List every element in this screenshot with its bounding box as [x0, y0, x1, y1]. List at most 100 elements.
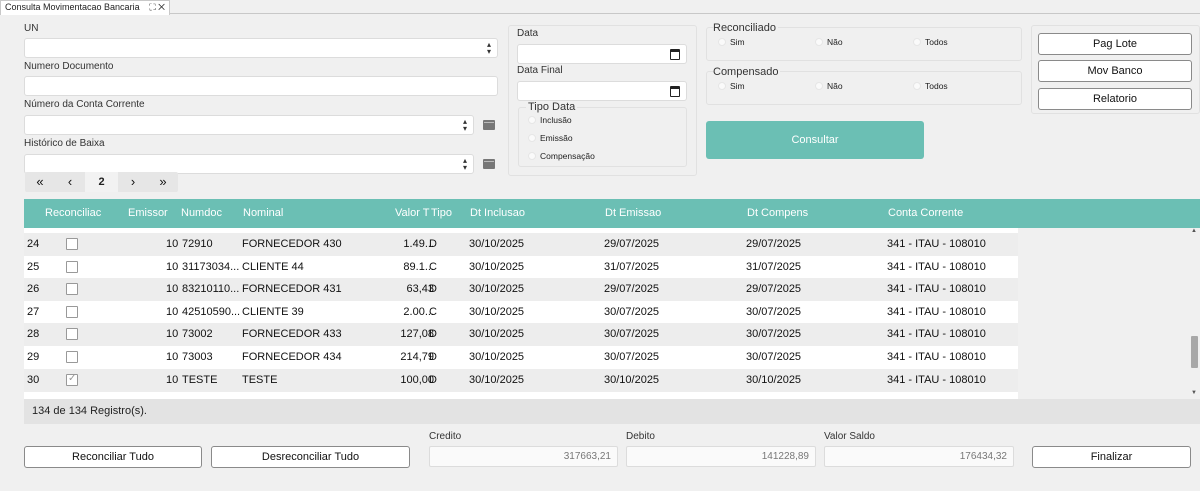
reconciliado-checkbox[interactable] [66, 238, 78, 250]
tab-title: Consulta Movimentacao Bancaria [5, 2, 140, 12]
cell-emissor: 10 [166, 305, 179, 318]
reconciliado-todos[interactable]: Todos [913, 37, 948, 47]
data-input[interactable] [517, 44, 687, 64]
data-final-input[interactable] [517, 81, 687, 101]
row-number: 24 [27, 238, 40, 250]
compensado-label: Compensado [713, 66, 781, 78]
cell-numdoc: 83210110... [182, 283, 240, 296]
conta-corrente-lookup-icon[interactable] [483, 120, 495, 130]
un-select[interactable]: ▴ ▾ [24, 38, 498, 58]
reconciliado-checkbox[interactable] [66, 305, 78, 318]
column-header-valor[interactable]: Valor T [395, 207, 429, 219]
column-header-dt-emissao[interactable]: Dt Emissao [605, 207, 661, 219]
table-row[interactable]: 29 10 73003 FORNECEDOR 434 214,79 D 30/10/2025… [24, 346, 1018, 369]
first-page-button[interactable]: « [25, 172, 55, 192]
cell-emissor: 10 [166, 351, 179, 363]
cell-dt-inclusao: 30/10/2025 [469, 305, 525, 318]
reconciliado-checkbox[interactable] [66, 260, 78, 273]
radio-dot [913, 82, 921, 90]
reconciliado-checkbox[interactable] [66, 283, 78, 296]
cell-tipo: D [429, 283, 437, 296]
column-header-dt-compens[interactable]: Dt Compens [747, 207, 808, 219]
column-header-emissor[interactable]: Emissor [128, 207, 168, 219]
cell-nominal: CLIENTE 44 [242, 260, 304, 273]
calendar-icon[interactable] [670, 86, 680, 97]
table-row[interactable]: 28 10 73002 FORNECEDOR 433 127,08 D 30/10/2025… [24, 323, 1018, 347]
pag-lote-button[interactable]: Pag Lote [1038, 33, 1192, 55]
scroll-thumb[interactable] [1191, 336, 1198, 368]
reconciliado-nao[interactable]: Não [815, 37, 843, 47]
finalizar-button[interactable]: Finalizar [1032, 446, 1191, 468]
table-row[interactable]: 25 10 31173034... CLIENTE 44 89.1... C 30/10/2… [24, 256, 1018, 279]
current-page: 2 [85, 172, 118, 192]
desreconciliar-tudo-button[interactable]: Desreconciliar Tudo [211, 446, 410, 468]
cell-dt-compens: 31/07/2025 [746, 260, 802, 273]
radio-label: Sim [730, 37, 745, 47]
debito-value: 141228,89 [626, 446, 816, 467]
numero-documento-input[interactable] [24, 76, 498, 96]
row-number: 25 [27, 260, 40, 273]
cell-dt-inclusao: 30/10/2025 [469, 351, 525, 363]
valor-saldo-label: Valor Saldo [824, 431, 875, 442]
compensado-todos[interactable]: Todos [913, 81, 948, 91]
cell-dt-inclusao: 30/10/2025 [469, 373, 525, 386]
grid-body: 24 10 72910 FORNECEDOR 430 1.49... D 30/10/202… [24, 228, 1018, 399]
column-header-reconciliado[interactable]: Reconciliac [45, 207, 125, 219]
row-number: 28 [27, 328, 40, 341]
cell-tipo: D [429, 328, 437, 341]
historico-baixa-label: Histórico de Baixa [24, 138, 105, 149]
radio-dot [913, 38, 921, 46]
table-row[interactable]: 24 10 72910 FORNECEDOR 430 1.49... D 30/10/202… [24, 233, 1018, 256]
un-label: UN [24, 23, 39, 34]
compensado-nao[interactable]: Não [815, 81, 843, 91]
relatorio-button[interactable]: Relatorio [1038, 88, 1192, 110]
numero-documento-label: Numero Documento [24, 61, 114, 72]
radio-emissao[interactable]: Emissão [528, 133, 573, 143]
debito-label: Debito [626, 431, 655, 442]
cell-dt-inclusao: 30/10/2025 [469, 283, 525, 296]
last-page-button[interactable]: » [148, 172, 178, 192]
reconciliado-label: Reconciliado [713, 22, 778, 34]
cell-dt-emissao: 30/07/2025 [604, 351, 660, 363]
scroll-down-icon[interactable]: ▼ [1191, 390, 1197, 396]
table-row[interactable]: 3010TESTETESTE100,00D30/10/202530/10/202… [24, 368, 1018, 392]
mov-banco-button[interactable]: Mov Banco [1038, 60, 1192, 82]
column-header-numdoc[interactable]: Numdoc [181, 207, 222, 219]
vertical-scrollbar[interactable]: ▲ ▼ [1189, 228, 1200, 399]
cell-dt-emissao: 30/10/2025 [604, 373, 660, 386]
cell-emissor: 10 [166, 328, 179, 341]
record-count-status: 134 de 134 Registro(s). [24, 399, 1200, 424]
reconciliado-checkbox[interactable] [66, 373, 78, 386]
cell-nominal: FORNECEDOR 430 [242, 238, 342, 250]
tab-maximize-close-icon[interactable]: ⛶ ✕ [149, 1, 165, 14]
cell-tipo: D [429, 373, 437, 386]
next-page-button[interactable]: › [118, 172, 148, 192]
column-header-tipo[interactable]: Tipo [431, 207, 452, 219]
reconciliar-tudo-button[interactable]: Reconciliar Tudo [24, 446, 202, 468]
radio-inclusao[interactable]: Inclusão [528, 115, 572, 125]
reconciliado-sim[interactable]: Sim [718, 37, 745, 47]
table-row[interactable]: 26 10 83210110... FORNECEDOR 431 63,43 D 30/10… [24, 278, 1018, 302]
cell-dt-compens: 30/07/2025 [746, 305, 802, 318]
scroll-up-icon[interactable]: ▲ [1191, 228, 1197, 234]
column-header-nominal[interactable]: Nominal [243, 207, 283, 219]
historico-baixa-select[interactable]: ▴ ▾ [24, 154, 474, 174]
table-row[interactable]: 27 10 42510590... CLIENTE 39 2.00... C 30/10/2… [24, 301, 1018, 324]
column-header-dt-inclusao[interactable]: Dt Inclusao [470, 207, 525, 219]
tab-consulta-movimentacao[interactable]: Consulta Movimentacao Bancaria ⛶ ✕ [0, 0, 170, 15]
calendar-icon[interactable] [670, 49, 680, 60]
conta-corrente-select[interactable]: ▴ ▾ [24, 115, 474, 135]
radio-dot [528, 152, 536, 160]
consultar-button[interactable]: Consultar [706, 121, 924, 159]
reconciliado-checkbox[interactable] [66, 328, 78, 341]
cell-numdoc: 72910 [182, 238, 213, 250]
column-header-conta-corrente[interactable]: Conta Corrente [888, 207, 963, 219]
radio-compensacao[interactable]: Compensação [528, 151, 595, 161]
conta-corrente-label: Número da Conta Corrente [24, 99, 145, 110]
radio-dot [528, 116, 536, 124]
historico-baixa-lookup-icon[interactable] [483, 159, 495, 169]
prev-page-button[interactable]: ‹ [55, 172, 85, 192]
compensado-sim[interactable]: Sim [718, 81, 745, 91]
cell-dt-emissao: 29/07/2025 [604, 283, 660, 296]
reconciliado-checkbox[interactable] [66, 351, 78, 363]
